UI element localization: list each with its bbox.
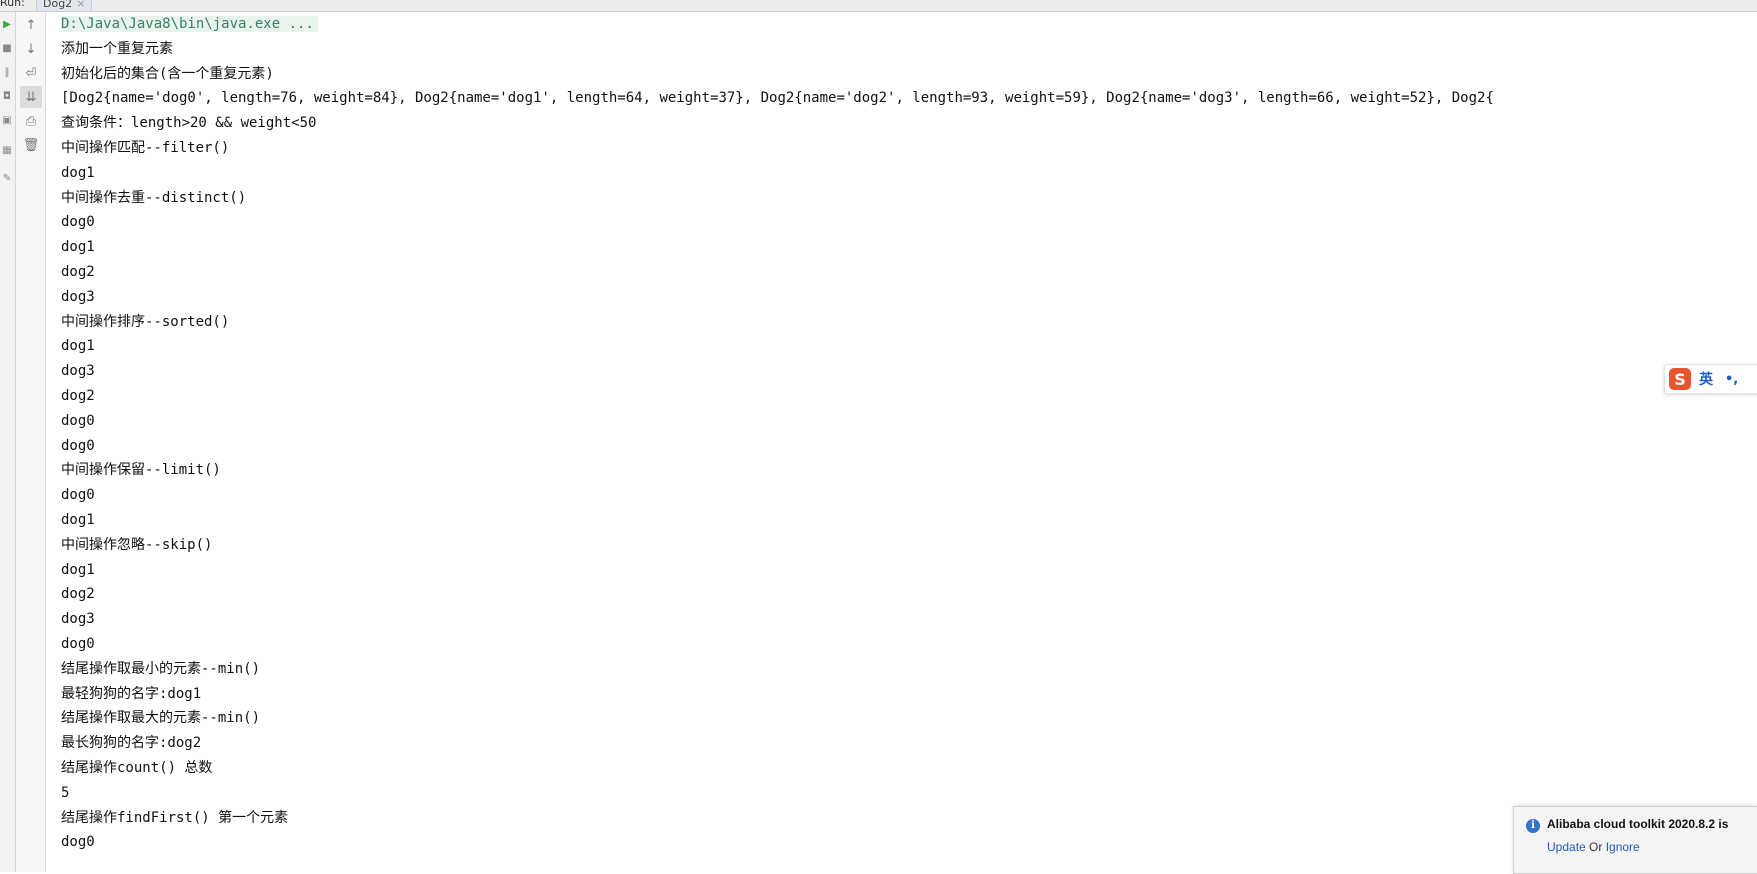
- console-line: dog3: [61, 363, 95, 380]
- console-line: dog2: [61, 387, 95, 404]
- console-line: 中间操作排序--sorted(): [61, 313, 230, 330]
- ime-toolbar[interactable]: S 英 •,: [1664, 364, 1757, 394]
- notification-title: Alibaba cloud toolkit 2020.8.2 is: [1547, 817, 1729, 831]
- sogou-logo-icon: S: [1669, 368, 1691, 390]
- console-line: dog0: [61, 412, 95, 429]
- console-line: dog0: [61, 487, 95, 504]
- console-line: dog1: [61, 561, 95, 578]
- console-line: dog0: [61, 635, 95, 652]
- console-line: 结尾操作取最大的元素--min(): [61, 710, 261, 727]
- console-line: 中间操作匹配--filter(): [61, 139, 230, 156]
- editor-tab-bar: Run: Dog2 ×: [0, 0, 1757, 12]
- console-toolbar: ↑ ↓ ⏎ ⇊ ⎙ 🗑: [16, 12, 46, 872]
- down-arrow-icon[interactable]: ↓: [20, 38, 42, 60]
- pin-icon[interactable]: ✎: [1, 172, 13, 184]
- scroll-to-end-icon[interactable]: ⇊: [20, 86, 42, 108]
- console-line: 中间操作去重--distinct(): [61, 189, 247, 206]
- close-icon[interactable]: ×: [76, 0, 85, 10]
- tab-dog2[interactable]: Dog2 ×: [36, 0, 93, 12]
- tab-dog2-label: Dog2: [43, 0, 73, 10]
- console-line: dog1: [61, 511, 95, 528]
- ime-mode-label[interactable]: 英: [1699, 369, 1713, 389]
- console-line: [Dog2{name='dog0', length=76, weight=84}…: [61, 90, 1494, 107]
- console-line: 最长狗狗的名字:dog2: [61, 735, 202, 752]
- update-notification: i Alibaba cloud toolkit 2020.8.2 is Upda…: [1513, 806, 1757, 874]
- command-line: D:\Java\Java8\bin\java.exe ...: [61, 12, 1757, 37]
- console-line: 结尾操作findFirst() 第一个元素: [61, 809, 289, 826]
- print-icon[interactable]: ⎙: [20, 110, 42, 132]
- console-line: dog0: [61, 214, 95, 231]
- command-text: D:\Java\Java8\bin\java.exe ...: [61, 16, 318, 32]
- up-arrow-icon[interactable]: ↑: [20, 14, 42, 36]
- console-output[interactable]: D:\Java\Java8\bin\java.exe ... 添加一个重复元素初…: [61, 12, 1757, 872]
- restore-layout-icon[interactable]: ▣: [1, 114, 13, 126]
- console-line: dog3: [61, 288, 95, 305]
- console-line: dog0: [61, 834, 95, 851]
- console-line: 中间操作忽略--skip(): [61, 536, 213, 553]
- console-line: dog2: [61, 586, 95, 603]
- console-line: 最轻狗狗的名字:dog1: [61, 685, 202, 702]
- console-line: 中间操作保留--limit(): [61, 462, 221, 479]
- update-link[interactable]: Update: [1547, 840, 1586, 854]
- run-label: Run:: [0, 0, 25, 9]
- rerun-icon[interactable]: ▶: [1, 18, 13, 30]
- ignore-link[interactable]: Ignore: [1606, 840, 1640, 854]
- soft-wrap-icon[interactable]: ⏎: [20, 62, 42, 84]
- console-line: 5: [61, 784, 70, 801]
- console-line: 结尾操作取最小的元素--min(): [61, 660, 261, 677]
- clear-icon[interactable]: 🗑: [20, 134, 42, 156]
- notification-actions: Update Or Ignore: [1547, 840, 1640, 854]
- console-line: 添加一个重复元素: [61, 40, 173, 57]
- console-line: dog1: [61, 239, 95, 256]
- camera-icon[interactable]: ◘: [1, 90, 13, 102]
- console-line: dog2: [61, 263, 95, 280]
- pause-icon[interactable]: ‖: [1, 66, 13, 78]
- console-line: dog1: [61, 164, 95, 181]
- run-side-strip: ▶ ■ ‖ ◘ ▣ ▦ ✎: [0, 12, 16, 872]
- console-line: dog0: [61, 437, 95, 454]
- console-line: 查询条件：length>20 && weight<50: [61, 115, 317, 132]
- console-line: dog3: [61, 611, 95, 628]
- layout-icon[interactable]: ▦: [1, 144, 13, 156]
- or-text: Or: [1585, 840, 1606, 854]
- console-line: 结尾操作count() 总数: [61, 759, 213, 776]
- console-line: dog1: [61, 338, 95, 355]
- console-line: 初始化后的集合(含一个重复元素): [61, 65, 274, 82]
- info-icon: i: [1526, 819, 1540, 833]
- stop-icon[interactable]: ■: [1, 42, 13, 54]
- ime-punctuation-label[interactable]: •,: [1725, 372, 1738, 387]
- console-lines: 添加一个重复元素初始化后的集合(含一个重复元素) [Dog2{name='dog0…: [61, 37, 1757, 855]
